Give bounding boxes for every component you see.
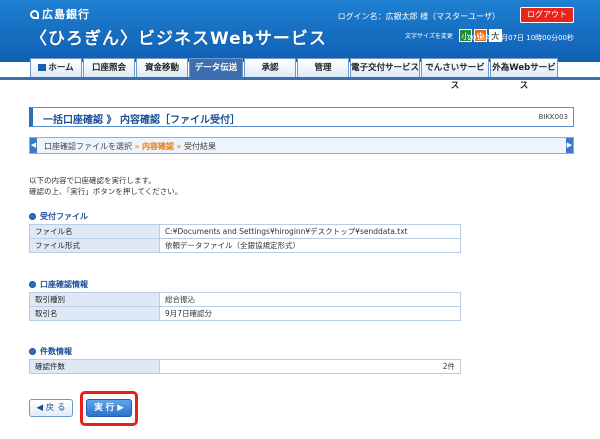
chevron-right-icon: ▶ xyxy=(117,403,124,413)
logout-button[interactable]: ログアウト xyxy=(520,7,574,23)
step-select-file: 口座確認ファイルを選択 xyxy=(44,142,132,151)
file-name-value: C:¥Documents and Settings¥hiroginn¥デスクトッ… xyxy=(159,224,461,239)
table-row: ファイル形式 依頼データファイル（全銀協規定形式） xyxy=(29,238,461,253)
tab-approval[interactable]: 承認 xyxy=(244,58,296,78)
tab-e-delivery[interactable]: 電子交付サービス xyxy=(350,58,420,78)
section-bullet-icon xyxy=(29,281,36,288)
transaction-type-value: 総合振込 xyxy=(159,292,461,307)
brand: 広島銀行 〈ひろぎん〉ビジネスWebサービス xyxy=(30,6,327,49)
account-section-label: 口座確認情報 xyxy=(40,280,88,289)
file-format-label: ファイル形式 xyxy=(29,238,160,253)
intro-line-1: 以下の内容で口座確認を実行します。 xyxy=(29,176,156,185)
count-section-label: 件数情報 xyxy=(40,347,72,356)
service-name: 〈ひろぎん〉ビジネスWebサービス xyxy=(30,29,327,49)
chevron-left-icon: ◀ xyxy=(36,403,44,413)
execute-button-label: 実 行 xyxy=(94,403,115,413)
file-section-label: 受付ファイル xyxy=(40,212,88,221)
step-separator: » xyxy=(134,142,140,151)
count-info-table: 確認件数 2件 xyxy=(29,359,461,374)
account-section-title: 口座確認情報 xyxy=(29,279,88,290)
main-nav: ホーム 口座照会 資金移動 データ伝送 承認 管理 電子交付サービス でんさいサ… xyxy=(30,58,559,91)
table-row: 確認件数 2件 xyxy=(29,359,461,374)
app-header: 広島銀行 〈ひろぎん〉ビジネスWebサービス ログイン名：広銀太郎 様（マスター… xyxy=(0,0,600,62)
tab-densai[interactable]: でんさいサービス xyxy=(421,58,489,91)
file-format-value: 依頼データファイル（全銀協規定形式） xyxy=(159,238,461,253)
transaction-name-label: 取引名 xyxy=(29,306,160,321)
section-bullet-icon xyxy=(29,213,36,220)
step-confirm-current: 内容確認 xyxy=(142,142,174,151)
transaction-type-label: 取引種別 xyxy=(29,292,160,307)
table-row: 取引名 9月7日確認分 xyxy=(29,306,461,321)
back-button[interactable]: ◀ 戻 る xyxy=(29,399,73,417)
section-bullet-icon xyxy=(29,348,36,355)
home-icon xyxy=(38,64,47,71)
screen-id: BIKK003 xyxy=(538,113,568,121)
bank-name: 広島銀行 xyxy=(42,8,90,21)
page-title-box: 一括口座確認 》 内容確認［ファイル受付］ BIKK003 xyxy=(29,107,574,127)
confirm-count-value: 2件 xyxy=(159,359,461,374)
tab-account-inquiry[interactable]: 口座照会 xyxy=(83,58,135,78)
transaction-name-value: 9月7日確認分 xyxy=(159,306,461,321)
login-name: ログイン名：広銀太郎 様（マスターユーザ） xyxy=(337,12,500,21)
step-left-arrow-icon: ◀ xyxy=(30,138,37,153)
confirm-count-label: 確認件数 xyxy=(29,359,160,374)
tab-management[interactable]: 管理 xyxy=(297,58,349,78)
file-section-title: 受付ファイル xyxy=(29,211,88,222)
intro-line-2: 確認の上、「実行」ボタンを押してください。 xyxy=(29,187,183,196)
font-size-label: 文字サイズを変更 xyxy=(405,33,453,40)
step-indicator: ◀ 口座確認ファイルを選択 » 内容確認 » 受付結果 ▶ xyxy=(29,137,574,154)
count-section-title: 件数情報 xyxy=(29,346,72,357)
step-separator: » xyxy=(176,142,182,151)
current-datetime: 2016年09月07日 10時00分00秒 xyxy=(467,34,574,42)
back-button-label: 戻 る xyxy=(45,403,66,413)
tab-home[interactable]: ホーム xyxy=(30,58,82,78)
table-row: ファイル名 C:¥Documents and Settings¥hiroginn… xyxy=(29,224,461,239)
nav-underline xyxy=(0,77,600,80)
tab-forex-web[interactable]: 外為Webサービス xyxy=(490,58,558,91)
bank-name-row: 広島銀行 xyxy=(30,6,327,22)
step-right-arrow-icon: ▶ xyxy=(566,138,573,153)
bank-logo-icon xyxy=(30,9,39,19)
tab-data-transmission[interactable]: データ伝送 xyxy=(189,58,243,78)
execute-button[interactable]: 実 行 ▶ xyxy=(86,399,132,417)
tab-home-label: ホーム xyxy=(48,63,74,73)
step-flow: 口座確認ファイルを選択 » 内容確認 » 受付結果 xyxy=(44,141,216,152)
intro-text: 以下の内容で口座確認を実行します。 確認の上、「実行」ボタンを押してください。 xyxy=(29,175,182,197)
step-result: 受付結果 xyxy=(184,142,216,151)
tab-fund-transfer[interactable]: 資金移動 xyxy=(136,58,188,78)
file-info-table: ファイル名 C:¥Documents and Settings¥hiroginn… xyxy=(29,224,461,253)
account-info-table: 取引種別 総合振込 取引名 9月7日確認分 xyxy=(29,292,461,321)
file-name-label: ファイル名 xyxy=(29,224,160,239)
table-row: 取引種別 総合振込 xyxy=(29,292,461,307)
page-title: 一括口座確認 》 内容確認［ファイル受付］ xyxy=(43,115,240,126)
